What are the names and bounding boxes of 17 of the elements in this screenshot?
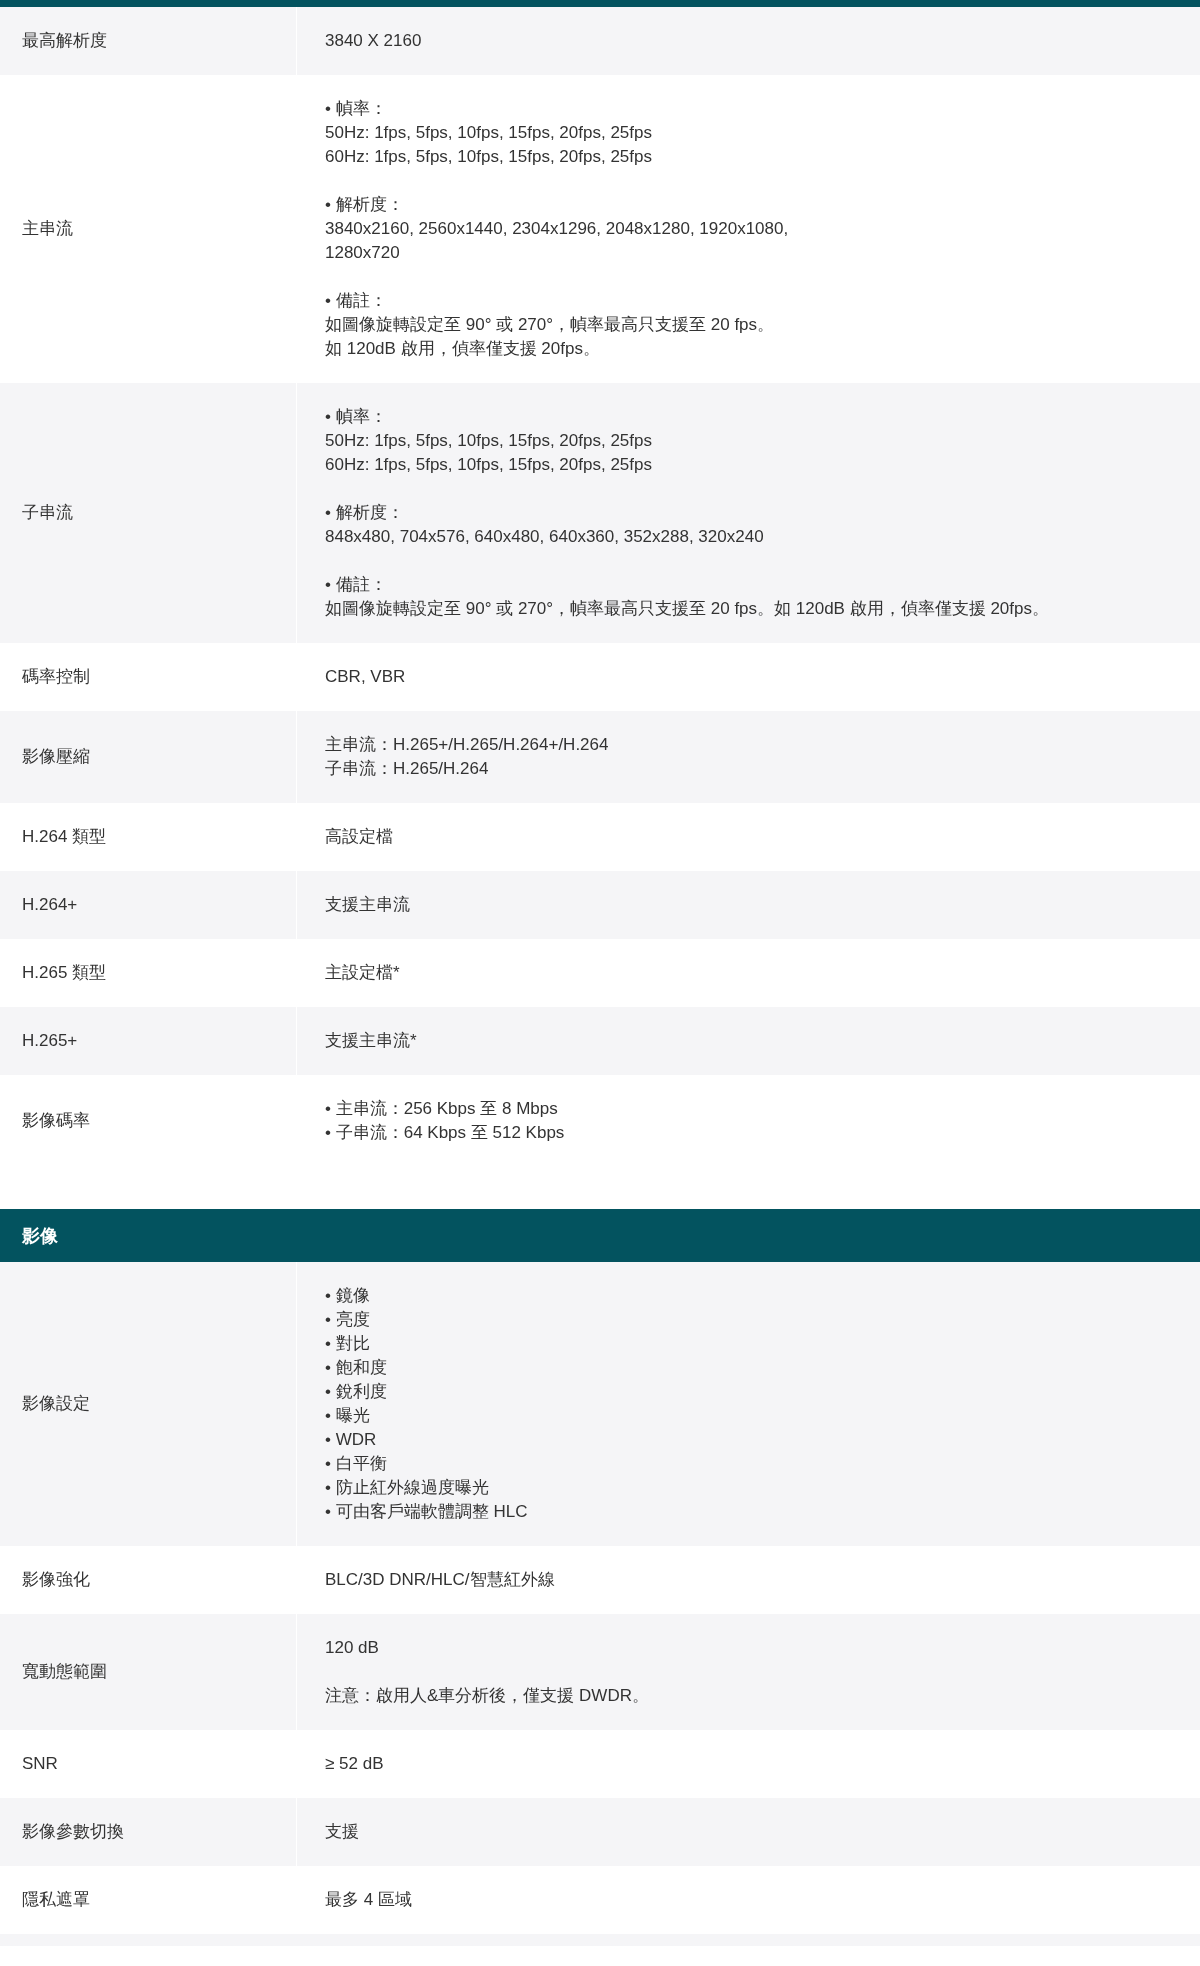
spec-value: 主串流：H.265+/H.265/H.264+/H.264 子串流：H.265/H.264 — [297, 711, 1200, 803]
spec-value: • 幀率： 50Hz: 1fps, 5fps, 10fps, 15fps, 20fps, 25fps 60Hz: 1fps, 5fps, 10fps, 15fps, 20fps, 25fps • 解析度： 848x480, 704x576, 640x480, 640x360, 352x288, 320x240 • 備註： 如圖像旋轉設定至 90° 或 270°，幀率最高只支援至 20 fps。如 120dB 啟用，偵率僅支援 20fps。 — [297, 383, 1200, 643]
spec-value: 支援 — [297, 1798, 1200, 1866]
spec-label: 最高解析度 — [0, 7, 296, 75]
spec-label: H.264+ — [0, 871, 296, 939]
spec-label: 影像參數切換 — [0, 1798, 296, 1866]
section-title: 影像 — [22, 1224, 58, 1248]
spec-label: 寬動態範圍 — [0, 1614, 296, 1730]
spec-value: • 鏡像 • 亮度 • 對比 • 飽和度 • 銳利度 • 曝光 • WDR • 白平衡 • 防止紅外線過度曝光 • 可由客戶端軟體調整 HLC — [297, 1262, 1200, 1546]
spec-value: 3840 X 2160 — [297, 7, 1200, 75]
spec-label: 影像壓縮 — [0, 711, 296, 803]
spec-value: 支援主串流 — [297, 871, 1200, 939]
spec-label: 子串流 — [0, 383, 296, 643]
spec-label: 影像設定 — [0, 1262, 296, 1546]
spec-label: H.265+ — [0, 1007, 296, 1075]
spec-value: 支援主串流* — [297, 1007, 1200, 1075]
spec-value: 120 dB 注意：啟用人&車分析後，僅支援 DWDR。 — [297, 1614, 1200, 1730]
